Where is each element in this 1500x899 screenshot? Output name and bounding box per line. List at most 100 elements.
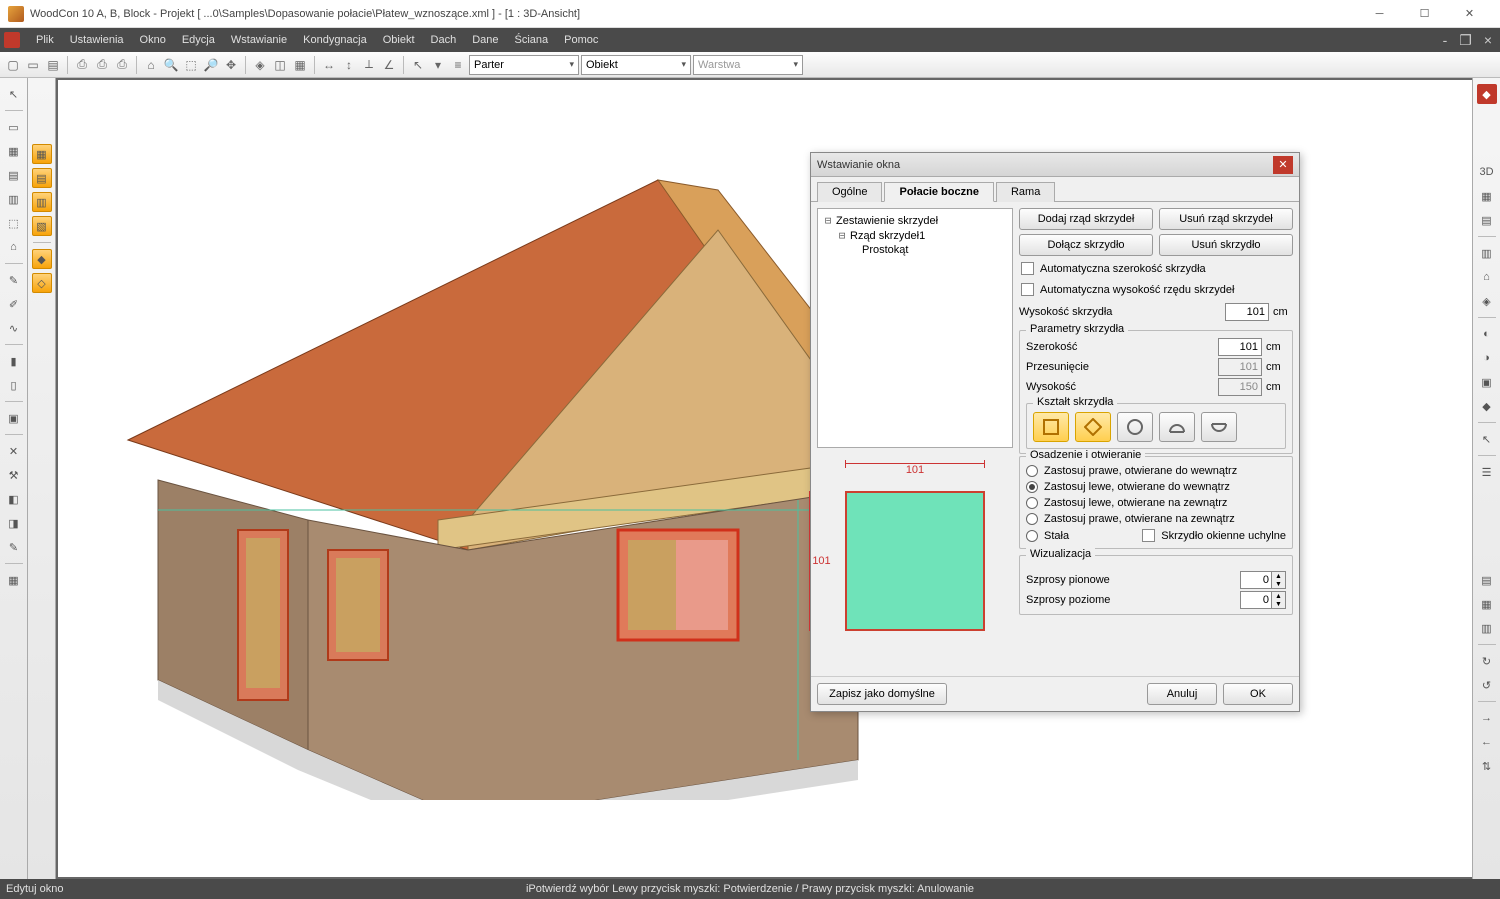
rtool-c-icon[interactable]: ▥ [1477,243,1497,263]
auto-height-checkbox[interactable] [1021,283,1034,296]
del-leaf-button[interactable]: Usuń skrzydło [1159,234,1293,256]
tb-cursor-icon[interactable]: ↖ [409,56,427,74]
tb-save-icon[interactable]: ▤ [44,56,62,74]
spin-up-icon[interactable]: ▲ [1272,592,1285,600]
shape-arch-button[interactable] [1159,412,1195,442]
radio-right-out[interactable] [1026,513,1038,525]
mode-b-icon[interactable]: ▤ [32,168,52,188]
tool-j-icon[interactable]: ▮ [4,351,24,371]
cancel-button[interactable]: Anuluj [1147,683,1217,705]
menu-obiekt[interactable]: Obiekt [375,28,423,52]
add-row-button[interactable]: Dodaj rząd skrzydeł [1019,208,1153,230]
tb-cube-icon[interactable]: ◫ [271,56,289,74]
tool-k-icon[interactable]: ▯ [4,375,24,395]
rtool-g-icon[interactable]: ◑ [1477,348,1497,368]
rtool-p-icon[interactable]: ↺ [1477,675,1497,695]
width-input[interactable] [1218,338,1262,356]
del-row-button[interactable]: Usuń rząd skrzydeł [1159,208,1293,230]
add-leaf-button[interactable]: Dołącz skrzydło [1019,234,1153,256]
tb-dropdown-icon[interactable]: ▾ [429,56,447,74]
menu-dane[interactable]: Dane [464,28,506,52]
tool-c-icon[interactable]: ▤ [4,165,24,185]
tb-dim3-icon[interactable]: ⟂ [360,56,378,74]
tool-n-icon[interactable]: ⚒ [4,465,24,485]
menu-pomoc[interactable]: Pomoc [556,28,606,52]
rtool-r-icon[interactable]: ← [1477,732,1497,752]
tb-open-icon[interactable]: ▭ [24,56,42,74]
sash-tree[interactable]: ⊟Zestawienie skrzydeł ⊟Rząd skrzydeł1 Pr… [817,208,1013,448]
tb-dim2-icon[interactable]: ↕ [340,56,358,74]
rtool-s-icon[interactable]: ⇅ [1477,756,1497,776]
muntins-vert-input[interactable] [1240,571,1272,589]
shape-circle-button[interactable] [1117,412,1153,442]
rtool-a-icon[interactable]: ▦ [1477,186,1497,206]
mdi-restore-icon[interactable]: ❐ [1455,32,1476,49]
mdi-minimize-icon[interactable]: - [1439,32,1452,49]
tb-print3-icon[interactable]: ⎙ [113,56,131,74]
radio-fixed[interactable] [1026,530,1038,542]
menu-kondygnacja[interactable]: Kondygnacja [295,28,375,52]
mdi-close-icon[interactable]: × [1480,32,1496,49]
rtool-h-icon[interactable]: ▣ [1477,372,1497,392]
rtool-n-icon[interactable]: ▥ [1477,618,1497,638]
tool-l-icon[interactable]: ▣ [4,408,24,428]
tb-list-icon[interactable]: ≡ [449,56,467,74]
tb-new-icon[interactable]: ▢ [4,56,22,74]
tb-print-icon[interactable]: ⎙ [73,56,91,74]
shape-diamond-button[interactable] [1075,412,1111,442]
menu-edycja[interactable]: Edycja [174,28,223,52]
tool-q-icon[interactable]: ✎ [4,537,24,557]
combo-category[interactable]: Obiekt [581,55,691,75]
tab-polacie-boczne[interactable]: Połacie boczne [884,182,993,202]
rtool-d-icon[interactable]: ⌂ [1477,267,1497,287]
maximize-button[interactable]: ☐ [1402,0,1447,28]
rtool-f-icon[interactable]: ◐ [1477,324,1497,344]
tb-3d-icon[interactable]: ◈ [251,56,269,74]
ok-button[interactable]: OK [1223,683,1293,705]
mode-a-icon[interactable]: ▦ [32,144,52,164]
tb-zoomfit-icon[interactable]: ⌂ [142,56,160,74]
menu-ustawienia[interactable]: Ustawienia [62,28,132,52]
close-button[interactable]: ✕ [1447,0,1492,28]
shape-halfcircle-button[interactable] [1201,412,1237,442]
tool-f-icon[interactable]: ⌂ [4,237,24,257]
rtool-q-icon[interactable]: → [1477,708,1497,728]
menu-sciana[interactable]: Ściana [507,28,557,52]
rtool-k-icon[interactable]: ☰ [1477,462,1497,482]
tool-r-icon[interactable]: ▦ [4,570,24,590]
rtool-b-icon[interactable]: ▤ [1477,210,1497,230]
rtool-o-icon[interactable]: ↻ [1477,651,1497,671]
rtool-i-icon[interactable]: ◆ [1477,396,1497,416]
menu-okno[interactable]: Okno [132,28,174,52]
tilt-checkbox[interactable] [1142,529,1155,542]
spin-down-icon[interactable]: ▼ [1272,600,1285,608]
tool-d-icon[interactable]: ▥ [4,189,24,209]
tb-dim4-icon[interactable]: ∠ [380,56,398,74]
tool-cursor-icon[interactable]: ↖ [4,84,24,104]
minimize-button[interactable]: ─ [1357,0,1402,28]
menu-wstawianie[interactable]: Wstawianie [223,28,295,52]
mode-c-icon[interactable]: ▥ [32,192,52,212]
spin-up-icon[interactable]: ▲ [1272,572,1285,580]
tab-rama[interactable]: Rama [996,182,1055,202]
tool-e-icon[interactable]: ⬚ [4,213,24,233]
tb-zoomout-icon[interactable]: 🔎 [202,56,220,74]
muntins-horiz-input[interactable] [1240,591,1272,609]
tool-m-icon[interactable]: ✕ [4,441,24,461]
rtool-logo-icon[interactable]: ◆ [1477,84,1497,104]
tb-zoomin-icon[interactable]: 🔍 [162,56,180,74]
rtool-j-icon[interactable]: ↖ [1477,429,1497,449]
tool-i-icon[interactable]: ∿ [4,318,24,338]
save-default-button[interactable]: Zapisz jako domyślne [817,683,947,705]
tool-o-icon[interactable]: ◧ [4,489,24,509]
radio-left-out[interactable] [1026,497,1038,509]
tool-p-icon[interactable]: ◨ [4,513,24,533]
rtool-m-icon[interactable]: ▦ [1477,594,1497,614]
tool-g-icon[interactable]: ✎ [4,270,24,290]
dialog-close-button[interactable]: ✕ [1273,156,1293,174]
tb-zoomwin-icon[interactable]: ⬚ [182,56,200,74]
radio-right-in[interactable] [1026,465,1038,477]
tool-a-icon[interactable]: ▭ [4,117,24,137]
shape-rect-button[interactable] [1033,412,1069,442]
tb-view-icon[interactable]: ▦ [291,56,309,74]
